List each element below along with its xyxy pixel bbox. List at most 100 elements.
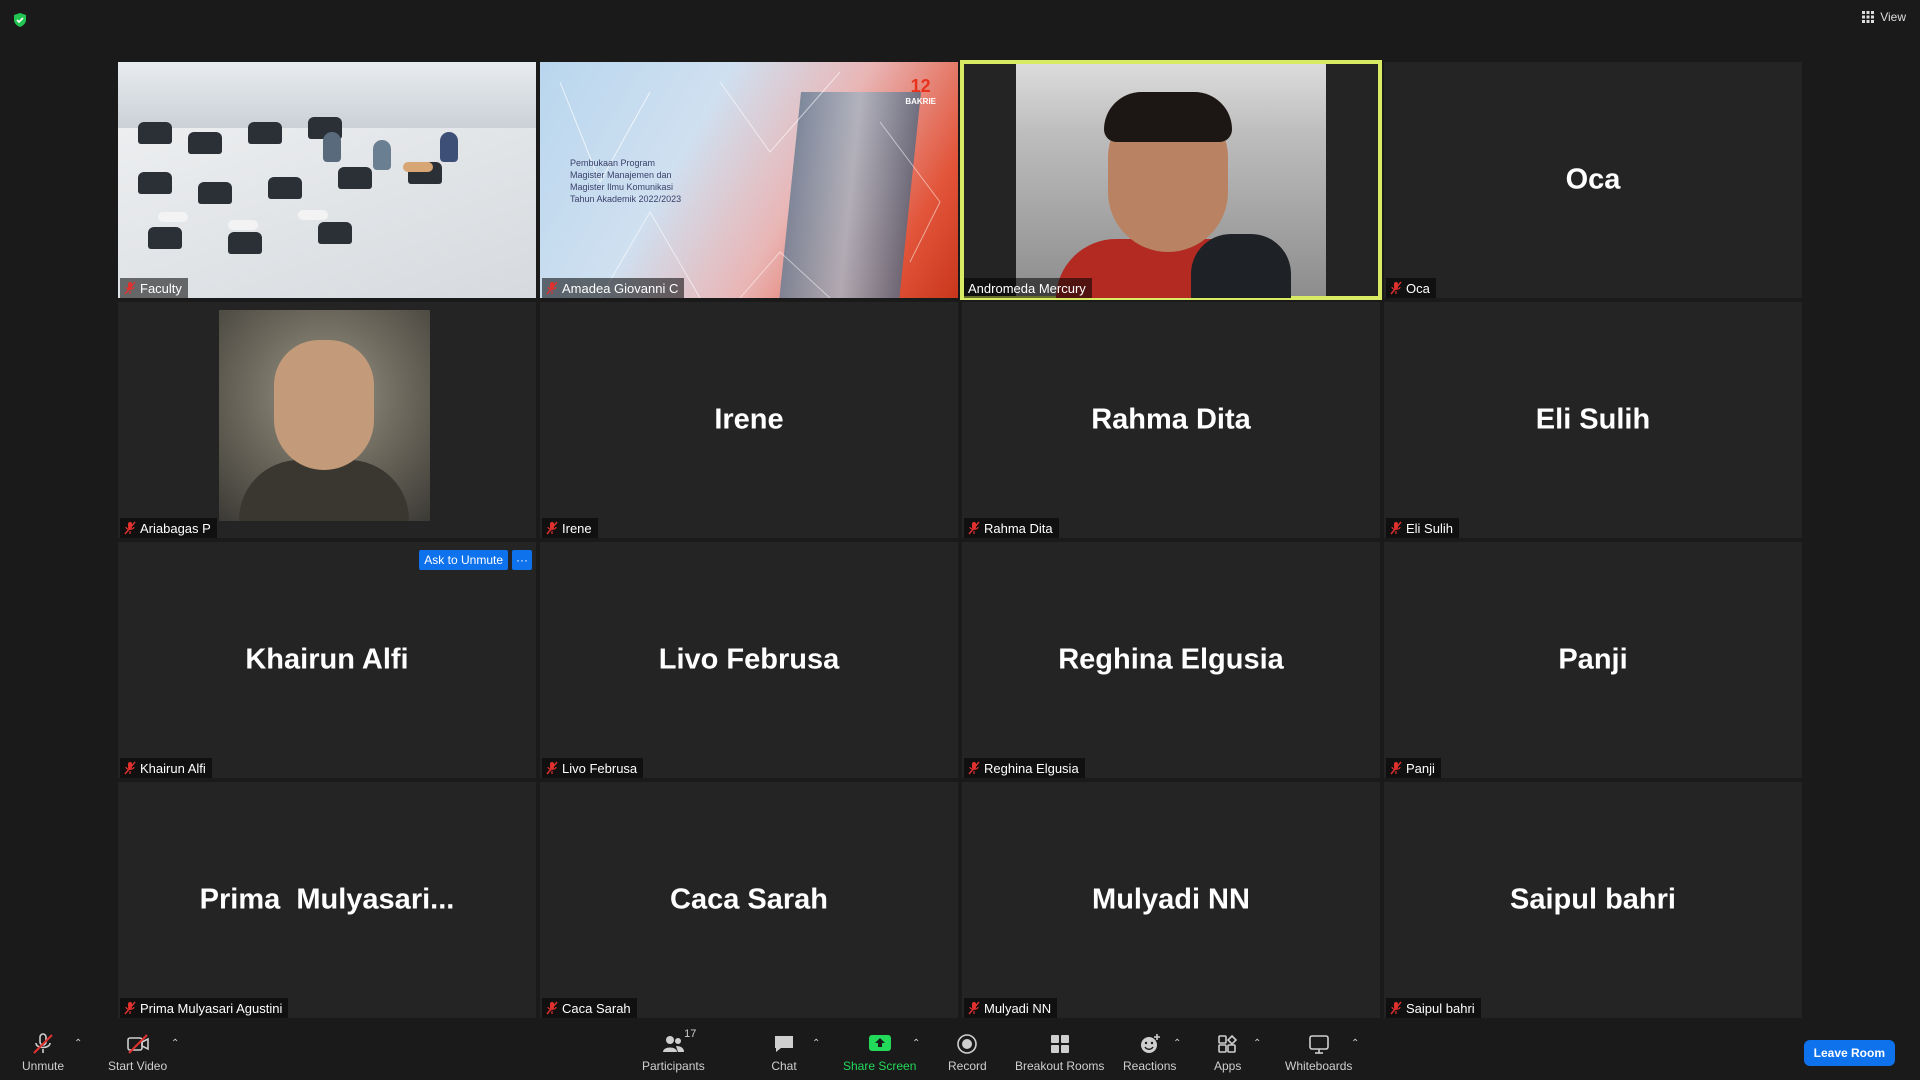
slide-text: Pembukaan Program Magister Manajemen dan…	[570, 158, 682, 204]
muted-mic-icon	[546, 281, 558, 295]
participants-count: 17	[684, 1028, 697, 1040]
video-options-caret-icon[interactable]: ⌃	[171, 1038, 179, 1049]
record-icon	[957, 1034, 978, 1054]
name-label: Reghina Elgusia	[964, 758, 1085, 778]
bakrie-logo: 12 BAKRIE	[905, 76, 936, 106]
muted-mic-icon	[124, 761, 136, 775]
name-label: Prima Mulyasari Agustini	[120, 998, 289, 1018]
participant-tile-caca-sarah[interactable]: Caca Sarah Caca Sarah	[540, 782, 958, 1018]
view-label: View	[1880, 10, 1906, 24]
muted-mic-icon	[546, 521, 558, 535]
leave-room-button[interactable]: Leave Room	[1803, 1040, 1895, 1066]
encryption-shield-icon[interactable]	[12, 12, 28, 28]
participant-tile-amadea[interactable]: Pembukaan Program Magister Manajemen dan…	[540, 62, 958, 298]
record-button[interactable]: Record	[948, 1032, 987, 1073]
muted-mic-icon	[1390, 521, 1402, 535]
more-options-button[interactable]: ···	[512, 550, 532, 570]
participant-tile-ariabagas[interactable]: Ariabagas P	[118, 302, 536, 538]
muted-mic-icon	[1390, 1001, 1402, 1015]
whiteboards-options-caret-icon[interactable]: ⌃	[1351, 1038, 1359, 1049]
whiteboards-button[interactable]: Whiteboards	[1285, 1032, 1352, 1073]
participant-tile-andromeda[interactable]: Andromeda Mercury	[960, 60, 1382, 300]
view-button[interactable]: View	[1862, 10, 1906, 24]
name-label: Mulyadi NN	[964, 998, 1058, 1018]
top-bar: View	[0, 0, 1920, 40]
name-label: Amadea Giovanni C	[542, 278, 685, 298]
participant-tile-prima-mulyasari[interactable]: Prima Mulyasari... Prima Mulyasari Agust…	[118, 782, 536, 1018]
participant-tile-panji[interactable]: Panji Panji	[1384, 542, 1802, 778]
participant-name: Rahma Dita	[1091, 403, 1251, 436]
apps-icon	[1217, 1034, 1237, 1053]
share-screen-button[interactable]: Share Screen	[843, 1032, 916, 1073]
muted-mic-icon	[968, 761, 980, 775]
classroom-video	[118, 62, 536, 298]
participant-name: Khairun Alfi	[245, 643, 409, 676]
participant-name: Irene	[714, 403, 784, 436]
name-label: Rahma Dita	[964, 518, 1059, 538]
muted-mic-icon	[124, 521, 136, 535]
participant-tile-irene[interactable]: Irene Irene	[540, 302, 958, 538]
muted-mic-icon	[1390, 761, 1402, 775]
participant-tile-oca[interactable]: Oca Oca	[1384, 62, 1802, 298]
participant-name: Mulyadi NN	[1092, 883, 1250, 916]
grid-view-icon	[1862, 11, 1875, 23]
reactions-options-caret-icon[interactable]: ⌃	[1173, 1038, 1181, 1049]
unmute-button[interactable]: Unmute	[22, 1032, 64, 1073]
name-label: Livo Februsa	[542, 758, 644, 778]
gallery-grid: Faculty Pembukaan Program Magister Manaj…	[118, 60, 1802, 1018]
participants-button[interactable]: 17 Participants	[642, 1028, 705, 1073]
name-label: Khairun Alfi	[120, 758, 212, 778]
apps-button[interactable]: Apps	[1214, 1032, 1241, 1073]
name-label: Faculty	[120, 278, 188, 298]
participant-tile-saipul-bahri[interactable]: Saipul bahri Saipul bahri	[1384, 782, 1802, 1018]
participant-tile-khairun-alfi[interactable]: Ask to Unmute ··· Khairun Alfi Khairun A…	[118, 542, 536, 778]
breakout-rooms-icon	[1050, 1035, 1069, 1053]
muted-mic-icon	[546, 1001, 558, 1015]
share-options-caret-icon[interactable]: ⌃	[912, 1038, 920, 1049]
muted-mic-icon	[124, 1001, 136, 1015]
chat-button[interactable]: Chat	[771, 1032, 797, 1073]
participant-tile-rahma-dita[interactable]: Rahma Dita Rahma Dita	[962, 302, 1380, 538]
muted-mic-icon	[33, 1033, 53, 1054]
participant-tile-mulyadi-nn[interactable]: Mulyadi NN Mulyadi NN	[962, 782, 1380, 1018]
participant-name: Reghina Elgusia	[1058, 643, 1284, 676]
participant-tile-livo-februsa[interactable]: Livo Februsa Livo Februsa	[540, 542, 958, 778]
participant-tile-reghina-elgusia[interactable]: Reghina Elgusia Reghina Elgusia	[962, 542, 1380, 778]
name-label: Ariabagas P	[120, 518, 217, 538]
audio-options-caret-icon[interactable]: ⌃	[74, 1038, 82, 1049]
webcam-video	[1016, 64, 1326, 298]
participant-tile-faculty[interactable]: Faculty	[118, 62, 536, 298]
name-label: Oca	[1386, 278, 1436, 298]
video-off-icon	[126, 1034, 149, 1054]
reactions-button[interactable]: Reactions	[1123, 1032, 1176, 1073]
meeting-toolbar: Unmute ⌃ Start Video ⌃ 17 Participants C…	[0, 1022, 1920, 1080]
muted-mic-icon	[1390, 281, 1402, 295]
reactions-icon	[1140, 1034, 1160, 1053]
participant-tile-eli-sulih[interactable]: Eli Sulih Eli Sulih	[1384, 302, 1802, 538]
muted-mic-icon	[968, 1001, 980, 1015]
name-label: Caca Sarah	[542, 998, 637, 1018]
chat-options-caret-icon[interactable]: ⌃	[812, 1038, 820, 1049]
start-video-button[interactable]: Start Video	[108, 1032, 167, 1073]
muted-mic-icon	[124, 281, 136, 295]
muted-mic-icon	[546, 761, 558, 775]
profile-picture	[219, 310, 430, 521]
participant-name: Livo Februsa	[658, 643, 840, 676]
apps-options-caret-icon[interactable]: ⌃	[1253, 1038, 1261, 1049]
name-label: Saipul bahri	[1386, 998, 1481, 1018]
name-label: Irene	[542, 518, 598, 538]
participant-name: Eli Sulih	[1535, 403, 1651, 436]
participant-name: Prima Mulyasari...	[199, 883, 455, 916]
breakout-rooms-button[interactable]: Breakout Rooms	[1015, 1032, 1104, 1073]
share-screen-icon	[868, 1035, 891, 1051]
presentation-video: Pembukaan Program Magister Manajemen dan…	[540, 62, 958, 298]
name-label: Andromeda Mercury	[964, 278, 1092, 298]
participants-icon	[663, 1036, 685, 1052]
ask-to-unmute-button[interactable]: Ask to Unmute	[419, 550, 508, 570]
participant-name: Caca Sarah	[670, 883, 828, 916]
name-label: Eli Sulih	[1386, 518, 1459, 538]
participant-name: Saipul bahri	[1510, 883, 1676, 916]
muted-mic-icon	[968, 521, 980, 535]
name-label: Panji	[1386, 758, 1441, 778]
participant-name: Panji	[1558, 643, 1628, 676]
